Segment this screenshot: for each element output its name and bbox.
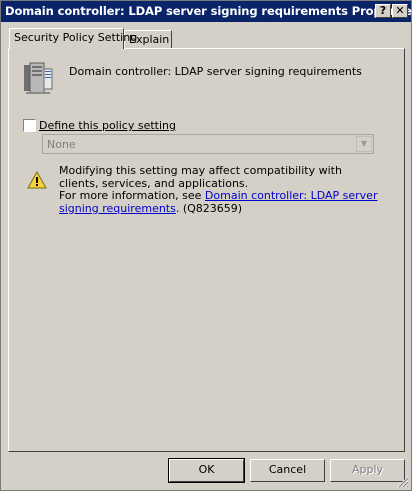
define-policy-label-text: Define this policy setting: [39, 119, 176, 132]
properties-dialog: Domain controller: LDAP server signing r…: [0, 0, 412, 491]
help-button[interactable]: ?: [375, 4, 391, 18]
setting-select[interactable]: None ▼: [42, 134, 374, 154]
server-policy-icon: [24, 62, 53, 94]
title-bar[interactable]: Domain controller: LDAP server signing r…: [1, 1, 412, 22]
setting-select-value: None: [47, 138, 76, 151]
policy-name: Domain controller: LDAP server signing r…: [69, 65, 362, 78]
define-policy-label[interactable]: Define this policy setting: [39, 119, 176, 132]
tab-panel: Domain controller: LDAP server signing r…: [8, 48, 405, 452]
close-button[interactable]: ✕: [392, 4, 408, 18]
warning-message: Modifying this setting may affect compat…: [59, 164, 379, 215]
kb-reference: . (Q823659): [175, 201, 243, 215]
more-info-prefix: For more information, see: [59, 189, 205, 202]
tab-security-policy-setting[interactable]: Security Policy Setting: [9, 28, 137, 49]
resize-grip-icon[interactable]: [397, 476, 409, 488]
tab-label: Security Policy Setting: [14, 31, 138, 44]
warning-icon: [27, 171, 47, 189]
define-policy-checkbox[interactable]: [23, 119, 36, 132]
window-title: Domain controller: LDAP server signing r…: [5, 4, 412, 18]
apply-button[interactable]: Apply: [330, 459, 405, 482]
ok-button[interactable]: OK: [168, 458, 245, 483]
chevron-down-icon[interactable]: ▼: [356, 136, 372, 152]
warning-line: Modifying this setting may affect compat…: [59, 164, 342, 190]
cancel-button[interactable]: Cancel: [250, 459, 325, 482]
